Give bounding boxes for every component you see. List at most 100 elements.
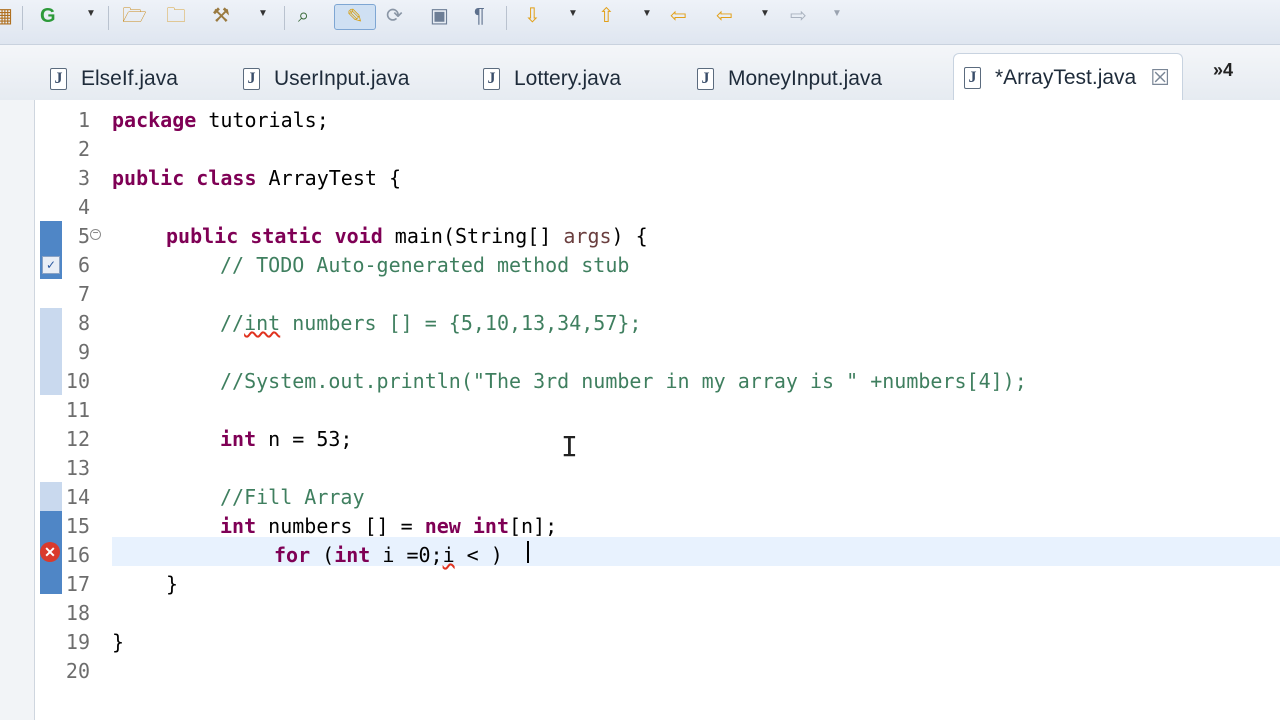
line-number: 18	[65, 601, 90, 625]
code-comment: //Fill Array	[220, 485, 365, 509]
text-caret	[527, 541, 529, 563]
code-text: n = 53;	[256, 427, 353, 451]
main-toolbar: ▦ G ▼ 🗁 🗀 ⚒ ▼ ⌕ ✎ ⟳ ▣ ¶ ⇩ ▼ ⇧ ▼ ⇦ ⇦ ▼ ⇨ …	[0, 0, 1280, 45]
code-text: numbers [] =	[256, 514, 425, 538]
code-keyword: public class	[112, 166, 257, 190]
line-number: 3	[77, 166, 90, 190]
code-line: }	[112, 630, 125, 654]
line-number: 15	[65, 514, 90, 538]
code-line: int numbers [] = new int[n];	[220, 512, 557, 541]
ibeam-cursor-icon: I	[561, 430, 578, 463]
code-line: }	[166, 572, 179, 596]
code-line: public class ArrayTest {	[112, 164, 401, 193]
format-icon[interactable]: ⟳	[386, 4, 403, 28]
java-file-icon: J	[964, 67, 981, 89]
forward-icon[interactable]: ⇨	[790, 4, 807, 28]
code-comment: int	[244, 311, 281, 335]
code-comment: // TODO Auto-generated method stub	[220, 253, 630, 277]
line-number: 19	[65, 630, 90, 654]
line-number: 16	[65, 543, 90, 567]
last-edit-icon[interactable]: ⇦	[670, 4, 687, 28]
code-text-error: i	[442, 543, 455, 567]
code-comment: //System.out.println("The 3rd number in …	[220, 369, 1027, 393]
tab-lottery[interactable]: J Lottery.java	[483, 59, 621, 99]
code-text: )	[490, 543, 503, 567]
code-text: [n];	[509, 514, 558, 538]
line-number: 14	[65, 485, 90, 509]
chevron-down-icon[interactable]: ▼	[86, 8, 96, 19]
open-project-icon[interactable]: 🗁	[122, 4, 147, 28]
code-line-current: for (int i =0;i < )	[274, 541, 503, 570]
code-parameter: args	[563, 224, 612, 248]
run-tool-icon[interactable]: ⚒	[212, 4, 230, 28]
line-number: 11	[65, 398, 90, 422]
code-keyword: int	[472, 514, 509, 538]
show-whitespace-icon[interactable]: ¶	[474, 4, 485, 28]
code-line: package tutorials;	[112, 106, 329, 135]
line-number: 8	[77, 311, 90, 335]
chevron-down-icon[interactable]: ▼	[258, 8, 268, 19]
toolbar-separator	[284, 6, 285, 30]
tab-moneyinput[interactable]: J MoneyInput.java	[697, 59, 882, 99]
code-keyword: int	[334, 543, 371, 567]
next-annotation-icon[interactable]: ⇩	[524, 4, 541, 28]
code-keyword: int	[220, 427, 257, 451]
code-keyword: public static void	[166, 224, 383, 248]
code-text: i =0;	[370, 543, 443, 567]
java-file-icon: J	[483, 68, 500, 90]
chevron-down-icon[interactable]: ▼	[760, 8, 770, 19]
line-number: 17	[65, 572, 90, 596]
code-editor[interactable]	[34, 100, 1280, 720]
line-number: 9	[77, 340, 90, 364]
grid-icon[interactable]: ▦	[0, 4, 13, 28]
new-wizard-icon[interactable]: G	[40, 4, 56, 28]
previous-annotation-icon[interactable]: ⇧	[598, 4, 615, 28]
tab-label: *ArrayTest.java	[995, 66, 1137, 89]
tab-label: UserInput.java	[274, 67, 410, 90]
code-text: main(String[]	[382, 224, 564, 248]
code-line: public static void main(String[] args) {	[166, 222, 648, 251]
code-comment: //	[220, 311, 245, 335]
toolbar-separator	[506, 6, 507, 30]
tab-label: ElseIf.java	[81, 67, 178, 90]
search-icon[interactable]: ⌕	[298, 4, 309, 28]
close-icon[interactable]: ☒	[1150, 65, 1170, 91]
code-keyword: for	[274, 543, 311, 567]
block-select-icon[interactable]: ▣	[430, 4, 449, 28]
tab-userinput[interactable]: J UserInput.java	[243, 59, 409, 99]
chevron-down-icon[interactable]: ▼	[568, 8, 578, 19]
code-keyword: new	[424, 514, 461, 538]
line-number: 2	[77, 137, 90, 161]
line-number: 5	[77, 224, 90, 248]
java-file-icon: J	[697, 68, 714, 90]
mark-occurrences-icon[interactable]: ✎	[334, 4, 376, 30]
toolbar-separator	[108, 6, 109, 30]
line-number: 12	[65, 427, 90, 451]
tab-overflow-button[interactable]: »4	[1213, 60, 1233, 81]
line-number: 20	[65, 659, 90, 683]
code-keyword: int	[220, 514, 257, 538]
code-text: tutorials;	[196, 108, 329, 132]
open-folder-icon[interactable]: 🗀	[166, 4, 186, 28]
tab-label: Lottery.java	[514, 67, 621, 90]
tab-elseif[interactable]: J ElseIf.java	[50, 59, 178, 99]
fold-toggle-icon[interactable]: −	[90, 229, 101, 240]
chevron-down-icon[interactable]: ▼	[642, 8, 652, 19]
line-number: 1	[77, 108, 90, 132]
tab-arraytest[interactable]: J *ArrayTest.java ☒	[953, 53, 1183, 102]
java-file-icon: J	[50, 68, 67, 90]
line-number: 6	[77, 253, 90, 277]
tab-label: MoneyInput.java	[728, 67, 883, 90]
line-number: 13	[65, 456, 90, 480]
code-text: ArrayTest {	[256, 166, 401, 190]
chevron-down-icon[interactable]: ▼	[832, 8, 842, 19]
line-number: 4	[77, 195, 90, 219]
back-icon[interactable]: ⇦	[716, 4, 733, 28]
editor-tab-bar: J ElseIf.java J UserInput.java J Lottery…	[0, 45, 1280, 102]
code-text: ) {	[611, 224, 648, 248]
java-file-icon: J	[243, 68, 260, 90]
code-keyword: package	[112, 108, 197, 132]
toolbar-separator	[22, 6, 23, 30]
code-text: (	[310, 543, 335, 567]
